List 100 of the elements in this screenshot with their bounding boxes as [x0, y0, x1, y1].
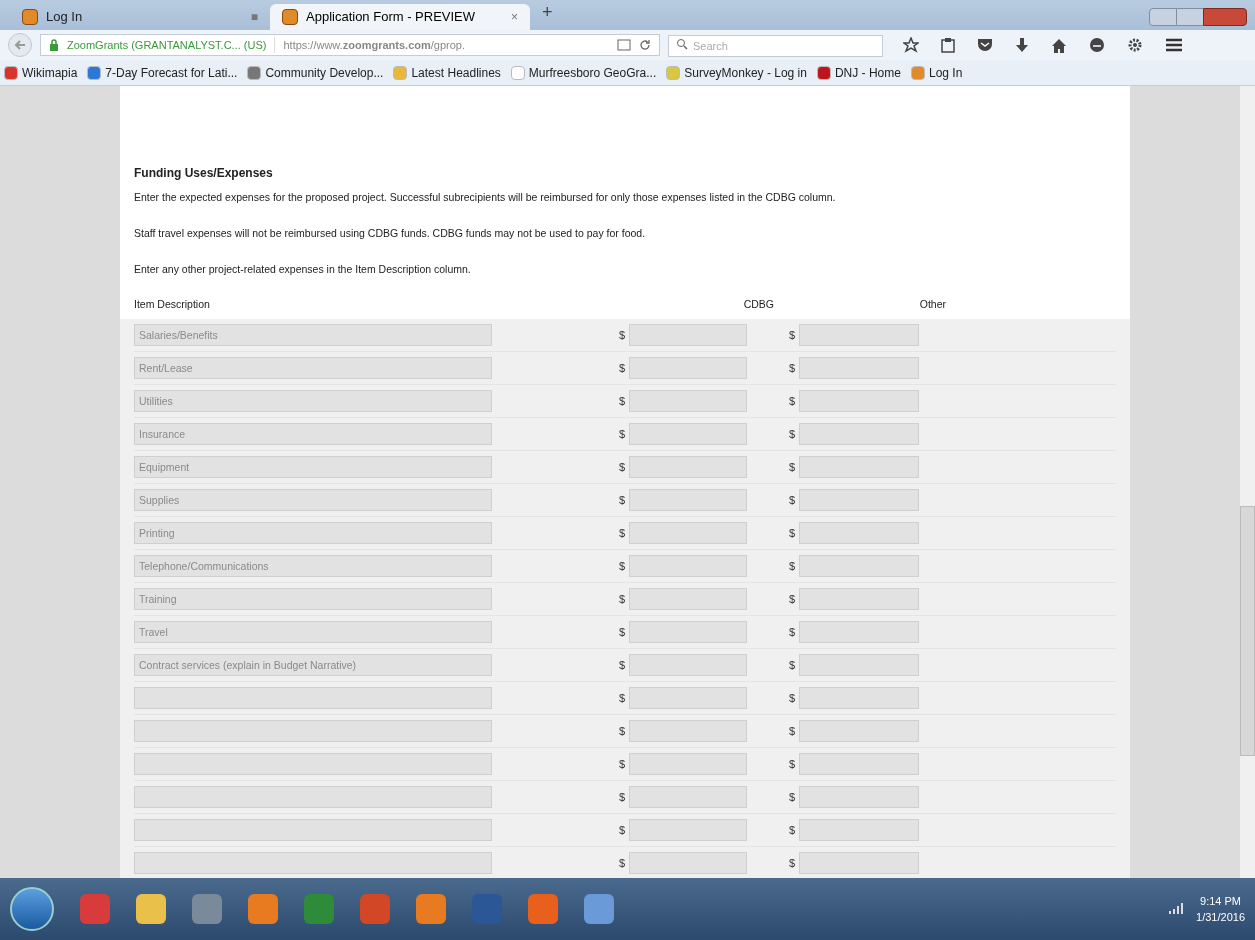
item-description-field[interactable] [134, 786, 492, 808]
item-description-field[interactable]: Contract services (explain in Budget Narrative) [134, 654, 492, 676]
taskbar-app-icon[interactable] [304, 894, 334, 924]
other-amount-field[interactable] [799, 324, 919, 346]
browser-tab[interactable]: Log In ■ [10, 4, 270, 30]
bookmark-link[interactable]: Community Develop... [247, 63, 384, 82]
other-amount-field[interactable] [799, 786, 919, 808]
other-amount-field[interactable] [799, 489, 919, 511]
download-icon[interactable] [1015, 37, 1029, 53]
item-description-field[interactable]: Telephone/Communications [134, 555, 492, 577]
taskbar-app-icon[interactable] [248, 894, 278, 924]
taskbar-app-icon[interactable] [136, 894, 166, 924]
item-description-field[interactable]: Printing [134, 522, 492, 544]
currency-symbol: $ [789, 459, 797, 475]
clipboard-icon[interactable] [941, 37, 955, 53]
site-icon [22, 9, 38, 25]
pocket-icon[interactable] [977, 38, 993, 52]
other-amount-field[interactable] [799, 555, 919, 577]
cdbg-amount-field[interactable] [629, 390, 747, 412]
other-amount-field[interactable] [799, 819, 919, 841]
search-field[interactable]: Search [668, 35, 883, 57]
taskbar-app-icon[interactable] [584, 894, 614, 924]
bookmark-link[interactable]: Wikimapia [4, 63, 78, 82]
item-description-field[interactable]: Insurance [134, 423, 492, 445]
browser-tab[interactable]: Application Form - PREVIEW × [270, 4, 530, 30]
cdbg-amount-field[interactable] [629, 621, 747, 643]
close-icon[interactable]: × [511, 8, 518, 26]
item-description-field[interactable]: Equipment [134, 456, 492, 478]
cdbg-amount-field[interactable] [629, 489, 747, 511]
cdbg-amount-field[interactable] [629, 852, 747, 874]
item-description-field[interactable] [134, 720, 492, 742]
bookmark-link[interactable]: 7-Day Forecast for Lati... [87, 63, 238, 82]
other-amount-field[interactable] [799, 522, 919, 544]
cdbg-amount-field[interactable] [629, 720, 747, 742]
scrollbar-thumb[interactable] [1240, 506, 1255, 756]
item-description-field[interactable] [134, 852, 492, 874]
other-amount-field[interactable] [799, 753, 919, 775]
item-description-field[interactable] [134, 819, 492, 841]
item-description-field[interactable]: Rent/Lease [134, 357, 492, 379]
maximize-button[interactable] [1177, 8, 1203, 26]
item-description-field[interactable]: Utilities [134, 390, 492, 412]
other-amount-field[interactable] [799, 654, 919, 676]
item-description-field[interactable]: Supplies [134, 489, 492, 511]
cdbg-amount-field[interactable] [629, 786, 747, 808]
item-description-field[interactable]: Salaries/Benefits [134, 324, 492, 346]
currency-symbol: $ [789, 426, 797, 442]
address-bar[interactable]: ZoomGrants (GRANTANALYST.C... (US) https://www.zoomgrants.com/gprop. [40, 34, 660, 56]
cdbg-amount-field[interactable] [629, 456, 747, 478]
menu-icon[interactable] [1165, 38, 1183, 52]
currency-symbol: $ [789, 558, 797, 574]
other-amount-field[interactable] [799, 390, 919, 412]
item-description-field[interactable] [134, 687, 492, 709]
taskbar-app-icon[interactable] [528, 894, 558, 924]
network-icon[interactable] [1168, 903, 1185, 915]
close-window-button[interactable] [1203, 8, 1247, 26]
other-amount-field[interactable] [799, 456, 919, 478]
star-icon[interactable] [903, 37, 919, 53]
bookmark-link[interactable]: DNJ - Home [816, 63, 901, 82]
new-tab-button[interactable]: + [538, 0, 557, 26]
taskbar-app-icon[interactable] [416, 894, 446, 924]
bookmark-label: Wikimapia [22, 64, 78, 82]
cdbg-amount-field[interactable] [629, 819, 747, 841]
cdbg-amount-field[interactable] [629, 654, 747, 676]
cdbg-amount-field[interactable] [629, 687, 747, 709]
other-amount-field[interactable] [799, 357, 919, 379]
cdbg-amount-field[interactable] [629, 324, 747, 346]
cdbg-amount-field[interactable] [629, 423, 747, 445]
lock-icon [49, 39, 59, 51]
other-amount-field[interactable] [799, 621, 919, 643]
cdbg-amount-field[interactable] [629, 753, 747, 775]
bookmark-label: 7-Day Forecast for Lati... [105, 64, 238, 82]
bookmark-link[interactable]: Log In [910, 63, 963, 82]
reader-icon[interactable] [617, 39, 631, 51]
other-amount-field[interactable] [799, 852, 919, 874]
column-header: CDBG [742, 297, 774, 313]
bookmark-link[interactable]: SurveyMonkey - Log in [666, 63, 807, 82]
bookmark-label: DNJ - Home [834, 64, 901, 82]
cdbg-amount-field[interactable] [629, 555, 747, 577]
cdbg-amount-field[interactable] [629, 588, 747, 610]
item-description-field[interactable] [134, 753, 492, 775]
bookmark-label: Latest Headlines [411, 64, 501, 82]
item-description-field[interactable]: Training [134, 588, 492, 610]
home-icon[interactable] [1051, 37, 1067, 53]
minimize-button[interactable] [1149, 8, 1177, 26]
start-button[interactable] [10, 887, 54, 931]
cdbg-amount-field[interactable] [629, 357, 747, 379]
taskbar-app-icon[interactable] [192, 894, 222, 924]
bookmark-label: Log In [928, 64, 963, 82]
item-description-field[interactable]: Travel [134, 621, 492, 643]
other-amount-field[interactable] [799, 720, 919, 742]
other-amount-field[interactable] [799, 423, 919, 445]
url-text: https://www.zoomgrants.com/gprop. [274, 36, 466, 54]
other-amount-field[interactable] [799, 687, 919, 709]
bookmark-link[interactable]: Latest Headlines [393, 63, 501, 82]
bookmark-link[interactable]: Murfreesboro GeoGra... [510, 63, 657, 82]
cdbg-amount-field[interactable] [629, 522, 747, 544]
scrollbar[interactable] [1240, 86, 1255, 878]
back-icon[interactable] [8, 33, 32, 57]
other-amount-field[interactable] [799, 588, 919, 610]
reload-icon[interactable] [639, 39, 651, 51]
